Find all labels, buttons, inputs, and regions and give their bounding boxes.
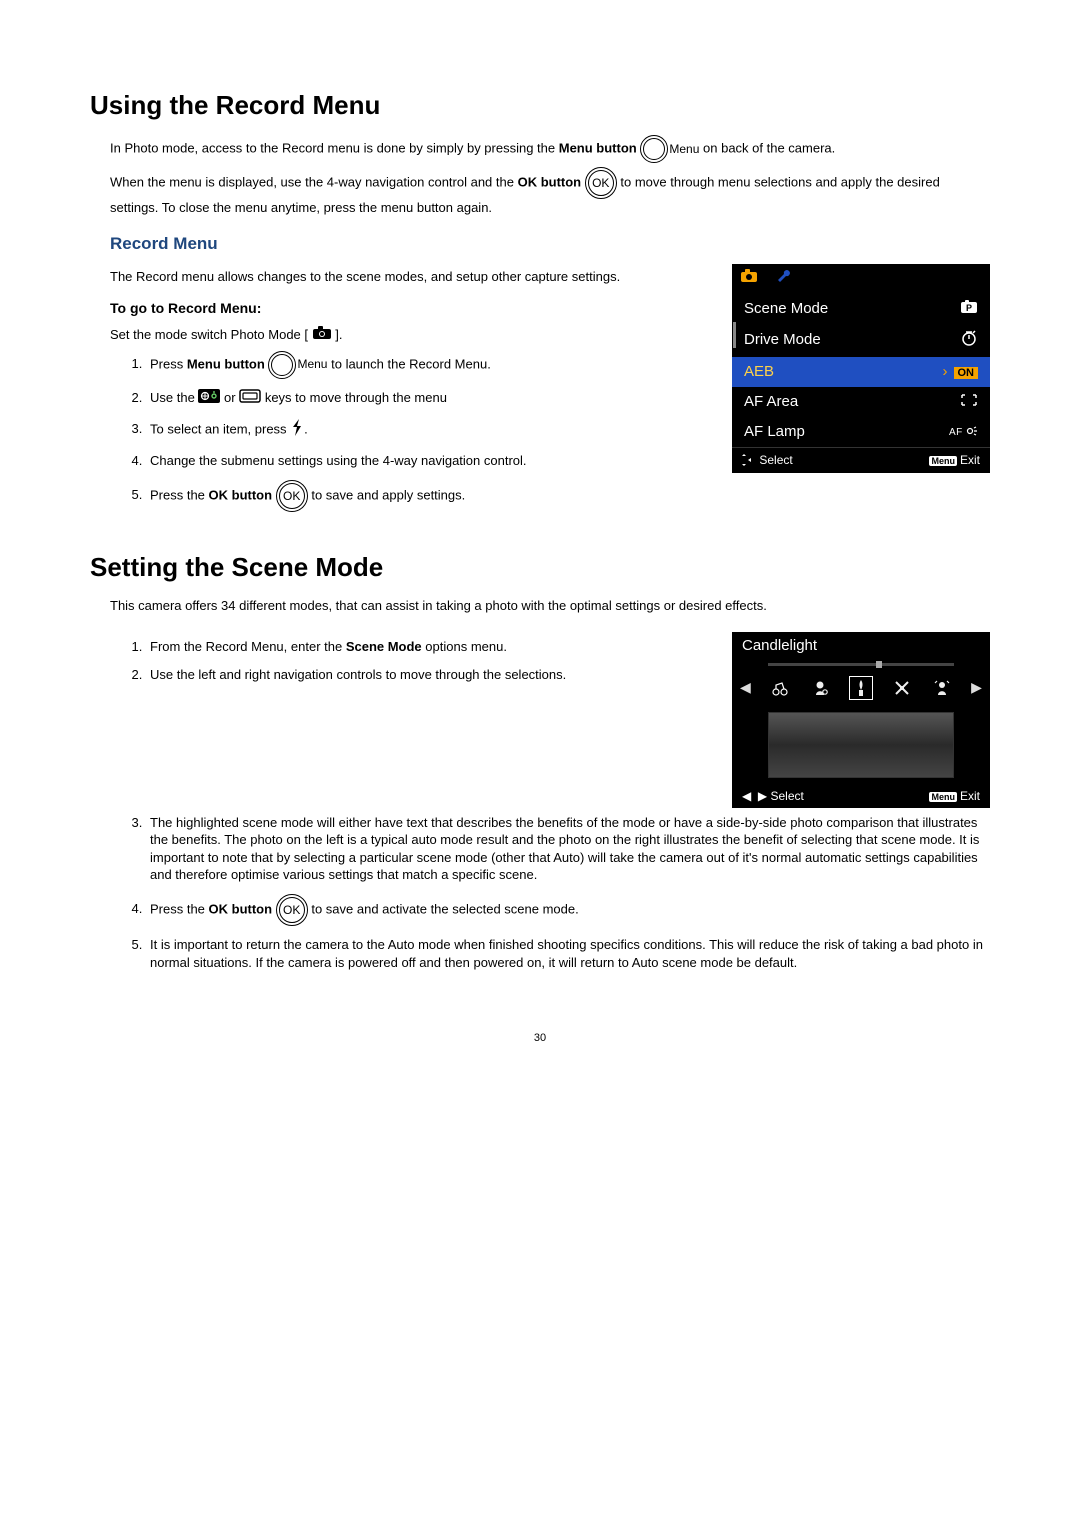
paragraph-set-mode: Set the mode switch Photo Mode [ ]. <box>110 326 708 345</box>
scene-icon-selected <box>849 676 873 700</box>
list-item: Use the or keys to move through the menu <box>146 389 708 408</box>
record-menu-screenshot: Scene Mode P Drive Mode AEB ›ON <box>732 264 990 473</box>
text: Use the <box>150 390 198 405</box>
menu-label: Menu <box>669 142 699 156</box>
text-bold: OK button <box>209 901 273 916</box>
scene-scrollbar <box>768 663 954 666</box>
scene-icon <box>931 677 953 699</box>
text: or <box>220 390 239 405</box>
paragraph-record-menu-desc: The Record menu allows changes to the sc… <box>110 268 708 286</box>
text: ]. <box>332 327 343 342</box>
paragraph-intro-2: When the menu is displayed, use the 4-wa… <box>110 167 990 217</box>
down-arrow-icon <box>290 418 304 443</box>
menu-row-scene-mode: Scene Mode P <box>732 294 990 324</box>
scene-icon <box>891 677 913 699</box>
menu-button-icon <box>640 135 668 163</box>
paragraph-scene-intro: This camera offers 34 different modes, t… <box>110 597 990 615</box>
text: Press the <box>150 487 209 502</box>
scene-title: Candlelight <box>732 632 990 660</box>
scene-preview-image <box>768 712 954 778</box>
flash-key-icon <box>239 389 261 408</box>
list-item: Use the left and right navigation contro… <box>146 666 708 684</box>
text-bold: Scene Mode <box>346 639 422 654</box>
text: options menu. <box>422 639 507 654</box>
scene-icon <box>769 677 791 699</box>
camera-tab-icon <box>740 269 758 289</box>
p-mode-icon: P <box>960 300 978 319</box>
heading-using-record-menu: Using the Record Menu <box>90 88 990 123</box>
ok-button-icon: OK <box>585 167 617 199</box>
svg-text:P: P <box>966 303 972 313</box>
text-bold: Menu button <box>187 356 265 371</box>
left-arrow-icon: ◀ <box>740 678 751 697</box>
row-label: Drive Mode <box>744 330 821 350</box>
af-lamp-icon: AF <box>949 425 978 440</box>
row-label: AF Lamp <box>744 422 805 442</box>
text: on back of the camera. <box>703 141 835 156</box>
row-label: AEB <box>744 362 774 382</box>
list-item: To select an item, press . <box>146 418 708 443</box>
row-label: Scene Mode <box>744 299 828 319</box>
list-item: Change the submenu settings using the 4-… <box>146 452 708 470</box>
camera-icon <box>312 326 332 345</box>
list-item: The highlighted scene mode will either h… <box>146 814 990 884</box>
macro-key-icon <box>198 389 220 408</box>
list-item: From the Record Menu, enter the Scene Mo… <box>146 638 708 656</box>
row-value: ›ON <box>943 362 979 382</box>
list-item: Press the OK button OK to save and activ… <box>146 894 990 926</box>
page-number: 30 <box>90 1031 990 1046</box>
steps-scene-mode-a: From the Record Menu, enter the Scene Mo… <box>110 638 708 683</box>
wrench-tab-icon <box>776 268 792 290</box>
text: Press <box>150 356 187 371</box>
timer-icon <box>960 329 978 352</box>
text: Press the <box>150 901 209 916</box>
menu-row-drive-mode: Drive Mode <box>732 324 990 357</box>
menu-row-af-lamp: AF Lamp AF <box>732 417 990 447</box>
text-bold: OK button <box>518 175 582 190</box>
menu-row-af-area: AF Area <box>732 387 990 417</box>
footer-select: Select <box>742 452 793 468</box>
steps-scene-mode-b: The highlighted scene mode will either h… <box>110 814 990 971</box>
text: Set the mode switch Photo Mode [ <box>110 327 312 342</box>
menu-row-aeb: AEB ›ON <box>732 357 990 387</box>
heading-to-go-to-record-menu: To go to Record Menu: <box>110 299 708 318</box>
text: From the Record Menu, enter the <box>150 639 346 654</box>
list-item: Press the OK button OK to save and apply… <box>146 480 708 512</box>
menu-label: Menu <box>297 357 327 371</box>
list-item: It is important to return the camera to … <box>146 936 990 971</box>
af-area-icon <box>960 393 978 412</box>
heading-setting-scene-mode: Setting the Scene Mode <box>90 550 990 585</box>
ok-button-icon: OK <box>276 894 308 926</box>
text: . <box>304 421 308 436</box>
text-bold: OK button <box>209 487 273 502</box>
scene-icon <box>809 677 831 699</box>
text: to launch the Record Menu. <box>331 356 491 371</box>
ok-button-icon: OK <box>276 480 308 512</box>
text: to save and apply settings. <box>311 487 465 502</box>
row-label: AF Area <box>744 392 798 412</box>
text: To select an item, press <box>150 421 290 436</box>
list-item: Press Menu button Menu to launch the Rec… <box>146 351 708 379</box>
text: keys to move through the menu <box>261 390 447 405</box>
scrollbar-indicator <box>733 322 736 348</box>
text: In Photo mode, access to the Record menu… <box>110 141 559 156</box>
text-bold: Menu button <box>559 141 637 156</box>
text: to save and activate the selected scene … <box>311 901 578 916</box>
right-arrow-icon: ▶ <box>971 678 982 697</box>
heading-record-menu: Record Menu <box>110 233 990 256</box>
paragraph-intro-1: In Photo mode, access to the Record menu… <box>110 135 990 163</box>
footer-select: ◀ ▶ Select <box>742 788 804 804</box>
scene-mode-screenshot: Candlelight ◀ <box>732 632 990 807</box>
steps-record-menu: Press Menu button Menu to launch the Rec… <box>110 351 708 512</box>
footer-exit: MenuExit <box>929 452 980 468</box>
footer-exit: MenuExit <box>929 788 980 804</box>
menu-button-icon <box>268 351 296 379</box>
text: When the menu is displayed, use the 4-wa… <box>110 175 518 190</box>
